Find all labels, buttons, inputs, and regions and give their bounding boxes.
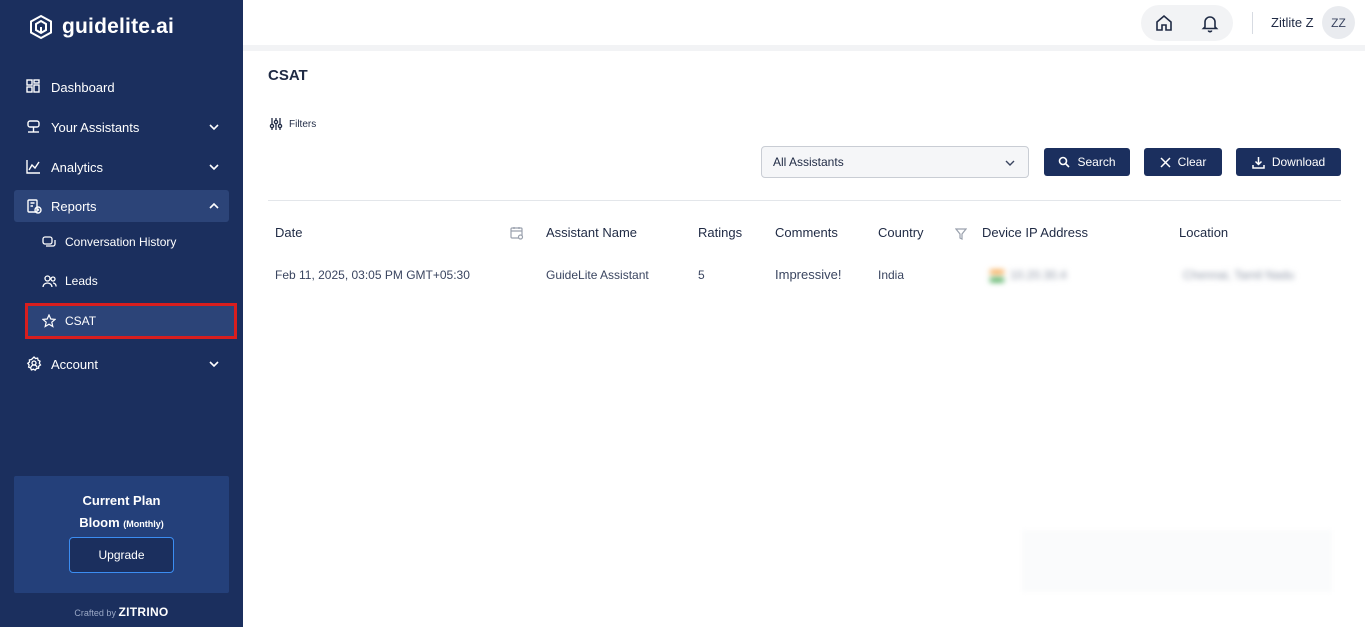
calendar-icon[interactable] bbox=[510, 226, 524, 245]
download-button-label: Download bbox=[1271, 155, 1326, 169]
clear-button-label: Clear bbox=[1177, 155, 1207, 169]
plan-cycle: (Monthly) bbox=[123, 519, 164, 529]
upgrade-button[interactable]: Upgrade bbox=[69, 537, 174, 573]
nav-dashboard[interactable]: Dashboard bbox=[14, 71, 229, 103]
cell-device-ip-value: 10.20.30.4 bbox=[1010, 268, 1067, 282]
sub-leads-label: Leads bbox=[65, 274, 98, 288]
assistant-select-value: All Assistants bbox=[773, 155, 844, 169]
reports-icon bbox=[26, 198, 42, 214]
filter-sliders-icon bbox=[269, 118, 283, 130]
page-title: CSAT bbox=[268, 67, 308, 84]
close-icon bbox=[1160, 156, 1171, 168]
cell-country: India bbox=[878, 268, 905, 282]
crafted-brand[interactable]: ZITRINO bbox=[118, 605, 168, 619]
nav-account[interactable]: Account bbox=[14, 348, 229, 380]
crafted-by: Crafted by ZITRINO bbox=[0, 605, 243, 619]
assistant-select[interactable]: All Assistants bbox=[761, 146, 1029, 178]
crafted-prefix: Crafted by bbox=[74, 608, 116, 618]
col-country: Country bbox=[878, 225, 924, 240]
assistant-icon bbox=[26, 119, 42, 135]
chevron-up-icon bbox=[209, 202, 219, 209]
brand-name: guidelite.ai bbox=[62, 15, 175, 38]
nav-analytics[interactable]: Analytics bbox=[14, 151, 229, 183]
plan-name-row: Bloom (Monthly) bbox=[14, 515, 229, 530]
search-button[interactable]: Search bbox=[1044, 148, 1130, 176]
cell-date: Feb 11, 2025, 03:05 PM GMT+05:30 bbox=[275, 268, 470, 282]
col-ratings: Ratings bbox=[698, 225, 743, 240]
plan-name: Bloom bbox=[79, 515, 120, 530]
username[interactable]: Zitlite Z bbox=[1271, 15, 1314, 30]
nav-your-assistants[interactable]: Your Assistants bbox=[14, 111, 229, 143]
faded-overlay bbox=[1022, 530, 1332, 592]
plan-title: Current Plan bbox=[82, 493, 161, 508]
avatar[interactable]: ZZ bbox=[1322, 6, 1355, 39]
guidelite-logo-icon bbox=[30, 14, 52, 40]
top-icon-group bbox=[1141, 5, 1233, 41]
col-location: Location bbox=[1179, 225, 1229, 240]
current-plan-card: Current Plan Bloom (Monthly) Upgrade bbox=[14, 476, 229, 593]
search-icon bbox=[1059, 156, 1071, 168]
nav-analytics-label: Analytics bbox=[51, 159, 104, 175]
nav-reports[interactable]: Reports bbox=[14, 190, 229, 222]
cell-device-ip: 10.20.30.4 bbox=[990, 268, 1067, 282]
top-bar-divider bbox=[243, 45, 1365, 51]
india-flag-icon bbox=[990, 269, 1004, 282]
cell-ratings: 5 bbox=[698, 268, 705, 282]
analytics-icon bbox=[26, 159, 42, 175]
leads-icon bbox=[42, 274, 57, 289]
nav-account-label: Account bbox=[51, 356, 98, 372]
download-icon bbox=[1252, 156, 1265, 169]
sub-csat-label: CSAT bbox=[65, 314, 97, 328]
sub-conversation-history-label: Conversation History bbox=[65, 235, 177, 249]
dashboard-icon bbox=[26, 79, 42, 95]
chevron-down-icon bbox=[209, 361, 219, 368]
nav-reports-label: Reports bbox=[51, 198, 97, 214]
bell-icon[interactable] bbox=[1199, 12, 1221, 34]
filters-toggle[interactable]: Filters bbox=[269, 117, 316, 131]
search-button-label: Search bbox=[1077, 155, 1116, 169]
nav-dashboard-label: Dashboard bbox=[51, 79, 115, 95]
conversation-icon bbox=[42, 235, 57, 250]
col-date: Date bbox=[275, 225, 303, 240]
star-icon bbox=[42, 313, 57, 329]
sidebar: guidelite.ai Dashboard Your Assistants A… bbox=[0, 0, 243, 627]
table-divider bbox=[268, 200, 1341, 201]
topbar-separator bbox=[1252, 12, 1253, 34]
home-icon[interactable] bbox=[1153, 12, 1175, 34]
cell-comments: Impressive! bbox=[775, 267, 842, 282]
sub-csat[interactable]: CSAT bbox=[25, 303, 237, 339]
filters-label: Filters bbox=[289, 118, 317, 130]
col-comments: Comments bbox=[775, 225, 838, 240]
chevron-down-icon bbox=[209, 164, 219, 171]
sub-conversation-history[interactable]: Conversation History bbox=[28, 227, 234, 257]
col-assistant-name: Assistant Name bbox=[546, 225, 638, 240]
cell-assistant-name: GuideLite Assistant bbox=[546, 268, 649, 282]
filter-icon[interactable] bbox=[954, 227, 968, 245]
account-icon bbox=[26, 356, 42, 372]
nav-your-assistants-label: Your Assistants bbox=[51, 119, 140, 135]
chevron-down-icon bbox=[209, 124, 219, 131]
chevron-down-icon bbox=[1005, 160, 1015, 166]
col-device-ip: Device IP Address bbox=[982, 225, 1088, 240]
cell-location: Chennai, Tamil Nadu bbox=[1183, 268, 1295, 282]
sub-leads[interactable]: Leads bbox=[28, 266, 234, 296]
brand-logo[interactable]: guidelite.ai bbox=[28, 14, 174, 40]
clear-button[interactable]: Clear bbox=[1144, 148, 1222, 176]
download-button[interactable]: Download bbox=[1236, 148, 1341, 176]
